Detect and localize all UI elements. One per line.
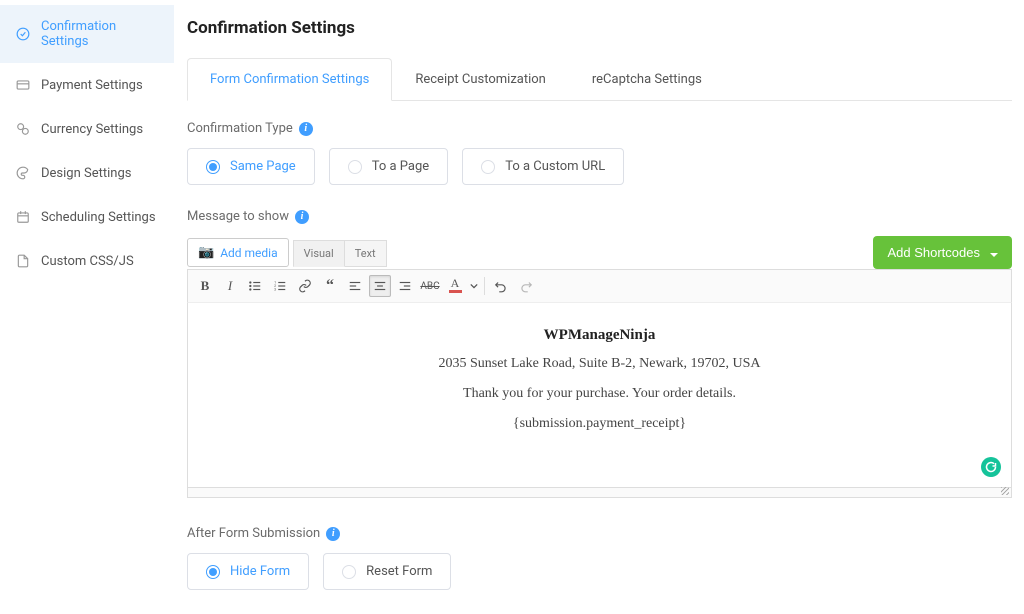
info-icon[interactable]: i	[299, 122, 313, 136]
sidebar-item-label: Currency Settings	[41, 122, 143, 137]
chevron-down-icon	[990, 245, 998, 260]
strikethrough-icon[interactable]: ABC	[419, 275, 441, 297]
align-center-icon[interactable]	[369, 275, 391, 297]
align-right-icon[interactable]	[394, 275, 416, 297]
editor-line: 2035 Sunset Lake Road, Suite B-2, Newark…	[200, 356, 999, 372]
file-icon	[15, 253, 31, 269]
editor-line: {submission.payment_receipt}	[200, 416, 999, 432]
radio-custom-url[interactable]: To a Custom URL	[462, 148, 624, 185]
tab-form-confirmation[interactable]: Form Confirmation Settings	[187, 58, 392, 101]
text-color-icon[interactable]: A	[444, 275, 466, 297]
grammarly-icon[interactable]	[981, 457, 1001, 477]
info-icon[interactable]: i	[295, 210, 309, 224]
radio-dot-icon	[342, 565, 356, 579]
redo-icon[interactable]	[515, 275, 537, 297]
calendar-icon	[15, 209, 31, 225]
editor-heading: WPManageNinja	[200, 327, 999, 344]
editor-body[interactable]: WPManageNinja 2035 Sunset Lake Road, Sui…	[187, 303, 1012, 488]
media-icon: 📷	[198, 245, 214, 260]
sidebar: Confirmation Settings Payment Settings C…	[0, 0, 175, 614]
editor-toolbar: B I 123 “ ABC A	[187, 269, 1012, 303]
radio-dot-icon	[206, 160, 220, 174]
page-title: Confirmation Settings	[187, 18, 1012, 38]
palette-icon	[15, 165, 31, 181]
number-list-icon[interactable]: 123	[269, 275, 291, 297]
sidebar-item-currency[interactable]: Currency Settings	[0, 107, 174, 151]
radio-dot-icon	[481, 160, 495, 174]
visual-tab[interactable]: Visual	[293, 240, 345, 267]
svg-text:3: 3	[274, 288, 276, 292]
undo-icon[interactable]	[490, 275, 512, 297]
info-icon[interactable]: i	[326, 527, 340, 541]
sidebar-item-label: Payment Settings	[41, 78, 143, 93]
text-tab[interactable]: Text	[345, 240, 387, 267]
confirmation-type-group: Same Page To a Page To a Custom URL	[187, 148, 1012, 185]
sidebar-item-custom[interactable]: Custom CSS/JS	[0, 239, 174, 283]
after-submission-label: After Form Submission i	[187, 526, 1012, 541]
check-circle-icon	[15, 26, 31, 42]
credit-card-icon	[15, 77, 31, 93]
align-left-icon[interactable]	[344, 275, 366, 297]
italic-icon[interactable]: I	[219, 275, 241, 297]
editor-line: Thank you for your purchase. Your order …	[200, 386, 999, 402]
settings-tabs: Form Confirmation Settings Receipt Custo…	[187, 58, 1012, 101]
radio-to-page[interactable]: To a Page	[329, 148, 448, 185]
currency-icon	[15, 121, 31, 137]
radio-same-page[interactable]: Same Page	[187, 148, 315, 185]
tab-recaptcha[interactable]: reCaptcha Settings	[569, 58, 725, 101]
sidebar-item-design[interactable]: Design Settings	[0, 151, 174, 195]
radio-reset-form[interactable]: Reset Form	[323, 553, 451, 590]
radio-dot-icon	[348, 160, 362, 174]
link-icon[interactable]	[294, 275, 316, 297]
text-color-dropdown-icon[interactable]	[469, 275, 479, 297]
sidebar-item-label: Scheduling Settings	[41, 210, 156, 225]
main-content: Confirmation Settings Form Confirmation …	[175, 0, 1024, 614]
tab-receipt-customization[interactable]: Receipt Customization	[392, 58, 569, 101]
sidebar-item-confirmation[interactable]: Confirmation Settings	[0, 5, 174, 63]
radio-hide-form[interactable]: Hide Form	[187, 553, 309, 590]
sidebar-item-scheduling[interactable]: Scheduling Settings	[0, 195, 174, 239]
sidebar-item-label: Custom CSS/JS	[41, 254, 134, 269]
sidebar-item-label: Confirmation Settings	[41, 19, 159, 49]
radio-dot-icon	[206, 565, 220, 579]
after-submission-group: Hide Form Reset Form	[187, 553, 1012, 590]
sidebar-item-label: Design Settings	[41, 166, 131, 181]
bold-icon[interactable]: B	[194, 275, 216, 297]
separator	[484, 277, 485, 295]
add-media-button[interactable]: 📷 Add media	[187, 238, 289, 267]
sidebar-item-payment[interactable]: Payment Settings	[0, 63, 174, 107]
bullet-list-icon[interactable]	[244, 275, 266, 297]
add-shortcodes-button[interactable]: Add Shortcodes	[873, 236, 1012, 269]
quote-icon[interactable]: “	[319, 275, 341, 297]
editor-resize-handle[interactable]	[187, 488, 1012, 498]
message-label: Message to show i	[187, 209, 1012, 224]
confirmation-type-label: Confirmation Type i	[187, 121, 1012, 136]
